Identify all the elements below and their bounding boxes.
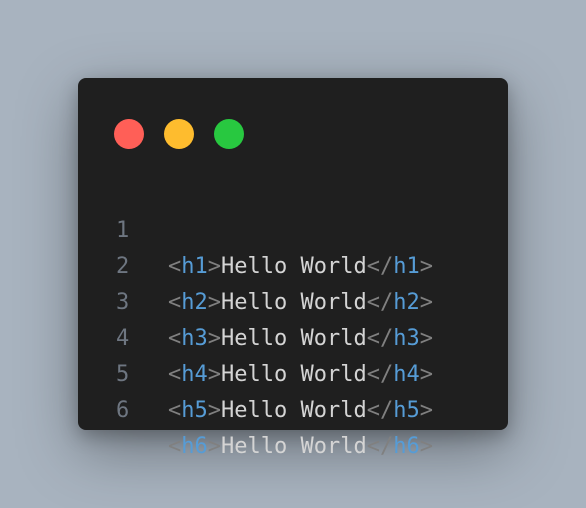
element-content: Hello World [221,434,367,459]
code-block: 1 <h1>Hello World</h1> 2 <h2>Hello World… [78,177,508,459]
tag-name: h5 [181,398,208,423]
tag-bracket: > [207,398,221,423]
line-number: 6 [116,398,130,423]
tag-bracket: < [168,398,182,423]
code-line: 3 <h3>Hello World</h3> [78,249,508,351]
code-line: 6 <h6>Hello World</h6> [78,357,508,459]
minimize-dot-icon[interactable] [164,119,194,149]
tag-bracket: > [419,398,433,423]
code-line: 4 <h4>Hello World</h4> [78,285,508,387]
tag-bracket: > [419,434,433,459]
code-line: 2 <h2>Hello World</h2> [78,213,508,315]
code-window: 1 <h1>Hello World</h1> 2 <h2>Hello World… [78,78,508,459]
element-content: Hello World [221,398,367,423]
window-controls [114,119,244,149]
zoom-dot-icon[interactable] [214,119,244,149]
code-text: <h6>Hello World</h6> [168,429,433,465]
tag-bracket: </ [366,398,394,423]
tag-name: h6 [393,434,420,459]
tag-bracket: </ [366,434,394,459]
tag-bracket: > [207,434,221,459]
code-text: <h5>Hello World</h5> [168,393,433,429]
tag-name: h5 [393,398,420,423]
code-line: 1 <h1>Hello World</h1> [78,177,508,279]
tag-name: h6 [181,434,208,459]
code-line: 5 <h5>Hello World</h5> [78,321,508,423]
close-dot-icon[interactable] [114,119,144,149]
tag-bracket: < [168,434,182,459]
